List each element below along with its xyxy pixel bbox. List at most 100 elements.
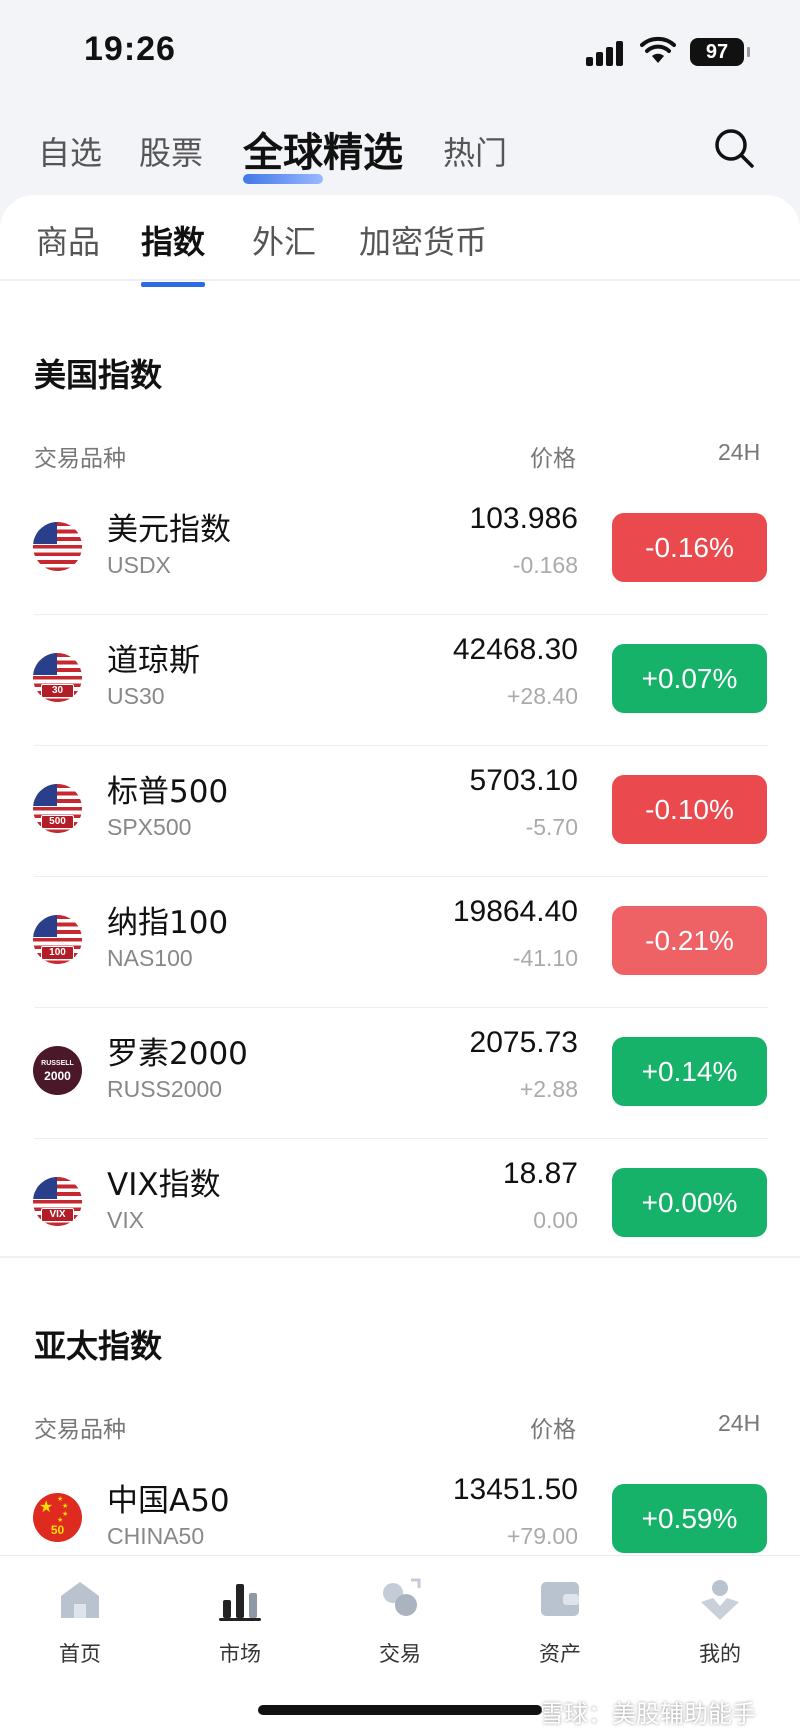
flag-tag: 30 [41, 684, 74, 698]
percent-change-badge[interactable]: -0.21% [612, 906, 767, 975]
flag-tag: 50 [50, 1523, 65, 1537]
star-icon: ★ [39, 1497, 54, 1516]
profile-icon [701, 1580, 739, 1620]
instrument-name: VIX指数 [107, 1167, 221, 1203]
status-time: 19:26 [84, 30, 176, 68]
column-header-price: 价格 [530, 446, 576, 472]
instrument-name: 美元指数 [107, 512, 231, 548]
flag-tag: VIX [41, 1208, 74, 1222]
price-change: 0.00 [533, 1207, 578, 1233]
quote-row[interactable]: VIX VIX指数 VIX 18.87 0.00 +0.00% [0, 1139, 800, 1270]
us-flag-icon: 100 [33, 915, 82, 964]
flag-tag: 100 [41, 946, 74, 960]
search-icon[interactable] [712, 126, 756, 170]
instrument-price: 103.986 [469, 502, 578, 535]
instrument-name: 罗素2000 [107, 1036, 248, 1072]
nav-market[interactable]: 市场 [190, 1576, 290, 1668]
nav-label-profile: 我的 [699, 1642, 741, 1666]
russell-logo-number: 2000 [44, 1069, 71, 1083]
wallet-icon [541, 1582, 579, 1616]
tab-commodities[interactable]: 商品 [36, 217, 100, 263]
star-icon: ★ [62, 1502, 69, 1510]
price-change: +28.40 [507, 683, 578, 709]
instrument-code: US30 [107, 683, 165, 709]
tab-forex[interactable]: 外汇 [252, 217, 316, 263]
instrument-price: 42468.30 [452, 633, 578, 666]
market-card: 商品 指数 外汇 加密货币 美国指数 交易品种 价格 24H 美元指数 USDX 1… [0, 195, 800, 1555]
quote-row[interactable]: 100 纳指100 NAS100 19864.40 -41.10 -0.21% [0, 877, 800, 1008]
instrument-code: CHINA50 [107, 1523, 205, 1549]
instrument-code: SPX500 [107, 814, 192, 840]
instrument-name: 道琼斯 [107, 643, 200, 679]
tab-hot[interactable]: 热门 [443, 128, 507, 174]
tab-crypto[interactable]: 加密货币 [359, 217, 487, 263]
percent-change-badge[interactable]: +0.14% [612, 1037, 767, 1106]
us-flag-icon: 30 [33, 653, 82, 702]
column-header-instrument: 交易品种 [34, 446, 126, 472]
percent-change-badge[interactable]: +0.59% [612, 1484, 767, 1553]
tab-stocks[interactable]: 股票 [139, 128, 203, 174]
nav-label-market: 市场 [219, 1642, 261, 1666]
section-divider [0, 1256, 800, 1258]
instrument-price: 2075.73 [469, 1026, 578, 1059]
us-flag-icon [33, 522, 82, 571]
instrument-price: 13451.50 [452, 1473, 578, 1506]
wifi-icon [640, 36, 676, 63]
top-tab-bar: 自选 股票 全球精选 热门 [0, 110, 800, 190]
battery-indicator: 97 [690, 38, 750, 66]
quote-row[interactable]: 美元指数 USDX 103.986 -0.168 -0.16% [0, 484, 800, 615]
price-change: +2.88 [519, 1076, 578, 1102]
instrument-code: USDX [107, 552, 171, 578]
cellular-signal-icon [586, 40, 626, 66]
home-indicator [258, 1705, 542, 1715]
us-flag-icon: VIX [33, 1177, 82, 1226]
column-header-24h: 24H [718, 1410, 761, 1436]
nav-label-home: 首页 [59, 1642, 101, 1666]
instrument-price: 19864.40 [452, 895, 578, 928]
instrument-name: 纳指100 [107, 905, 229, 941]
instrument-name: 中国A50 [107, 1483, 230, 1519]
percent-change-badge[interactable]: -0.16% [612, 513, 767, 582]
us-flag-icon: 500 [33, 784, 82, 833]
quote-row[interactable]: ★ ★ ★ ★ ★ 50 中国A50 CHINA50 13451.50 +79.00 +0.59% [0, 1455, 800, 1555]
price-change: +79.00 [507, 1523, 578, 1549]
status-bar: 19:26 97 [0, 0, 800, 100]
column-header-price: 价格 [530, 1417, 576, 1443]
percent-change-badge[interactable]: +0.00% [612, 1168, 767, 1237]
instrument-name: 标普500 [107, 774, 229, 810]
nav-home[interactable]: 首页 [30, 1576, 130, 1668]
percent-change-badge[interactable]: -0.10% [612, 775, 767, 844]
section-title-apac: 亚太指数 [34, 1327, 163, 1365]
price-change: -0.168 [512, 552, 578, 578]
nav-assets[interactable]: 资产 [510, 1576, 610, 1668]
nav-profile[interactable]: 我的 [670, 1576, 770, 1668]
instrument-price: 18.87 [502, 1157, 578, 1190]
instrument-code: NAS100 [107, 945, 193, 971]
russell-icon: RUSSELL 2000 [33, 1046, 82, 1095]
quote-row[interactable]: RUSSELL 2000 罗素2000 RUSS2000 2075.73 +2.88 +0.… [0, 1008, 800, 1139]
watermark: 雪球：美股辅助能手 [540, 1700, 756, 1728]
tab-watchlist[interactable]: 自选 [38, 128, 102, 174]
price-change: -5.70 [525, 814, 578, 840]
cn-flag-icon: ★ ★ ★ ★ ★ 50 [33, 1493, 82, 1542]
home-icon [61, 1582, 99, 1618]
column-header-24h: 24H [718, 439, 761, 465]
instrument-price: 5703.10 [469, 764, 578, 797]
instrument-code: RUSS2000 [107, 1076, 223, 1102]
nav-trade[interactable]: 交易 [350, 1576, 450, 1668]
section-title-us: 美国指数 [34, 356, 163, 394]
column-header-instrument: 交易品种 [34, 1417, 126, 1443]
percent-change-badge[interactable]: +0.07% [612, 644, 767, 713]
market-icon [219, 1584, 261, 1621]
nav-label-assets: 资产 [539, 1642, 581, 1666]
flag-tag: 500 [41, 815, 74, 829]
quote-row[interactable]: 500 标普500 SPX500 5703.10 -5.70 -0.10% [0, 746, 800, 877]
nav-label-trade: 交易 [379, 1642, 421, 1666]
quote-row[interactable]: 30 道琼斯 US30 42468.30 +28.40 +0.07% [0, 615, 800, 746]
tab-global-picks[interactable]: 全球精选 [243, 120, 403, 184]
russell-logo-text: RUSSELL [41, 1060, 74, 1067]
tab-indices[interactable]: 指数 [141, 217, 206, 287]
price-change: -41.10 [512, 945, 578, 971]
instrument-code: VIX [107, 1207, 145, 1233]
sub-tab-bar: 商品 指数 外汇 加密货币 [0, 195, 800, 287]
